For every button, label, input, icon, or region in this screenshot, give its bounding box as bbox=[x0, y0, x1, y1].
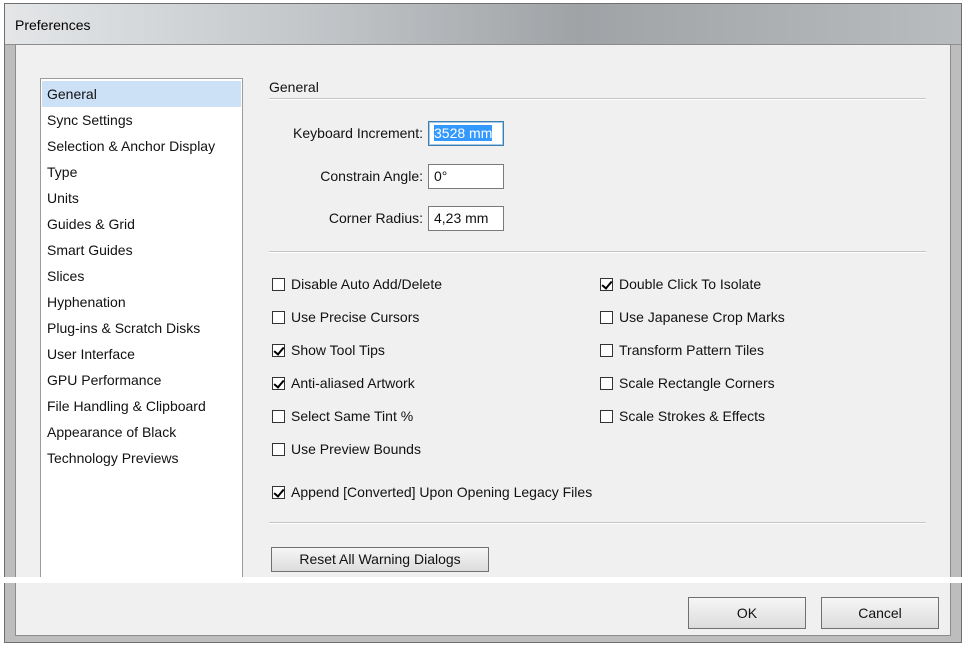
nav-item-guides-grid[interactable]: Guides & Grid bbox=[42, 211, 241, 237]
checkbox-label: Scale Strokes & Effects bbox=[619, 408, 766, 424]
checkbox-label: Use Preview Bounds bbox=[291, 441, 421, 457]
section-divider bbox=[269, 98, 926, 100]
append-converted-checkbox[interactable]: Append [Converted] Upon Opening Legacy F… bbox=[272, 482, 592, 502]
nav-item-technology-previews[interactable]: Technology Previews bbox=[42, 445, 241, 471]
double-click-to-isolate-checkbox[interactable]: Double Click To Isolate bbox=[600, 274, 761, 294]
checkbox-box bbox=[272, 409, 285, 423]
checkbox-box-checked bbox=[272, 485, 285, 499]
constrain-angle-field[interactable]: 0° bbox=[428, 164, 504, 189]
checkbox-box bbox=[272, 277, 285, 291]
screenshot-gap-band bbox=[0, 577, 970, 583]
corner-radius-field[interactable]: 4,23 mm bbox=[428, 206, 504, 231]
checkbox-label: Append [Converted] Upon Opening Legacy F… bbox=[291, 484, 593, 500]
keyboard-increment-label: Keyboard Increment: bbox=[293, 125, 423, 141]
checkbox-box bbox=[600, 376, 613, 390]
nav-item-plugins-scratch-disks[interactable]: Plug-ins & Scratch Disks bbox=[42, 315, 241, 341]
select-same-tint-checkbox[interactable]: Select Same Tint % bbox=[272, 406, 413, 426]
corner-radius-label: Corner Radius: bbox=[328, 210, 423, 226]
anti-aliased-artwork-checkbox[interactable]: Anti-aliased Artwork bbox=[272, 373, 415, 393]
preferences-category-list: General Sync Settings Selection & Anchor… bbox=[40, 78, 243, 580]
title-bar[interactable]: Preferences bbox=[5, 4, 961, 45]
checkbox-box-checked bbox=[272, 343, 285, 357]
checkbox-box bbox=[272, 310, 285, 324]
checkbox-label: Double Click To Isolate bbox=[619, 276, 762, 292]
reset-warning-dialogs-button[interactable]: Reset All Warning Dialogs bbox=[271, 547, 489, 572]
section-title: General bbox=[269, 79, 319, 95]
constrain-angle-label: Constrain Angle: bbox=[320, 168, 423, 184]
options-divider bbox=[269, 522, 926, 524]
checkbox-label: Use Precise Cursors bbox=[291, 309, 420, 325]
dialog-title: Preferences bbox=[15, 17, 91, 33]
checkbox-box bbox=[600, 409, 613, 423]
nav-item-general[interactable]: General bbox=[42, 81, 241, 107]
ok-button[interactable]: OK bbox=[688, 597, 806, 629]
checkbox-label: Select Same Tint % bbox=[291, 408, 414, 424]
scale-strokes-effects-checkbox[interactable]: Scale Strokes & Effects bbox=[600, 406, 765, 426]
checkbox-box bbox=[272, 442, 285, 456]
checkbox-box-checked bbox=[272, 376, 285, 390]
keyboard-increment-field[interactable]: 3528 mm bbox=[428, 121, 504, 146]
nav-item-selection-anchor-display[interactable]: Selection & Anchor Display bbox=[42, 133, 241, 159]
transform-pattern-tiles-checkbox[interactable]: Transform Pattern Tiles bbox=[600, 340, 764, 360]
nav-item-sync-settings[interactable]: Sync Settings bbox=[42, 107, 241, 133]
checkbox-box bbox=[600, 310, 613, 324]
checkbox-label: Show Tool Tips bbox=[291, 342, 385, 358]
disable-auto-add-delete-checkbox[interactable]: Disable Auto Add/Delete bbox=[272, 274, 442, 294]
nav-item-user-interface[interactable]: User Interface bbox=[42, 341, 241, 367]
checkbox-label: Use Japanese Crop Marks bbox=[619, 309, 785, 325]
nav-item-hyphenation[interactable]: Hyphenation bbox=[42, 289, 241, 315]
nav-item-smart-guides[interactable]: Smart Guides bbox=[42, 237, 241, 263]
dialog-body: General Sync Settings Selection & Anchor… bbox=[15, 44, 951, 636]
nav-item-type[interactable]: Type bbox=[42, 159, 241, 185]
nav-item-gpu-performance[interactable]: GPU Performance bbox=[42, 367, 241, 393]
scale-rectangle-corners-checkbox[interactable]: Scale Rectangle Corners bbox=[600, 373, 775, 393]
nav-item-appearance-of-black[interactable]: Appearance of Black bbox=[42, 419, 241, 445]
checkbox-label: Anti-aliased Artwork bbox=[291, 375, 415, 391]
checkbox-label: Scale Rectangle Corners bbox=[619, 375, 775, 391]
use-precise-cursors-checkbox[interactable]: Use Precise Cursors bbox=[272, 307, 419, 327]
checkbox-box bbox=[600, 343, 613, 357]
use-preview-bounds-checkbox[interactable]: Use Preview Bounds bbox=[272, 439, 421, 459]
checkbox-label: Disable Auto Add/Delete bbox=[291, 276, 442, 292]
cancel-button[interactable]: Cancel bbox=[821, 597, 939, 629]
fields-divider bbox=[269, 251, 926, 253]
keyboard-increment-value: 3528 mm bbox=[434, 125, 493, 141]
show-tool-tips-checkbox[interactable]: Show Tool Tips bbox=[272, 340, 385, 360]
nav-item-units[interactable]: Units bbox=[42, 185, 241, 211]
checkbox-box-checked bbox=[600, 277, 613, 291]
use-japanese-crop-marks-checkbox[interactable]: Use Japanese Crop Marks bbox=[600, 307, 785, 327]
preferences-dialog: Preferences General Sync Settings Select… bbox=[4, 3, 962, 643]
checkbox-label: Transform Pattern Tiles bbox=[619, 342, 764, 358]
nav-item-slices[interactable]: Slices bbox=[42, 263, 241, 289]
nav-item-file-handling-clipboard[interactable]: File Handling & Clipboard bbox=[42, 393, 241, 419]
